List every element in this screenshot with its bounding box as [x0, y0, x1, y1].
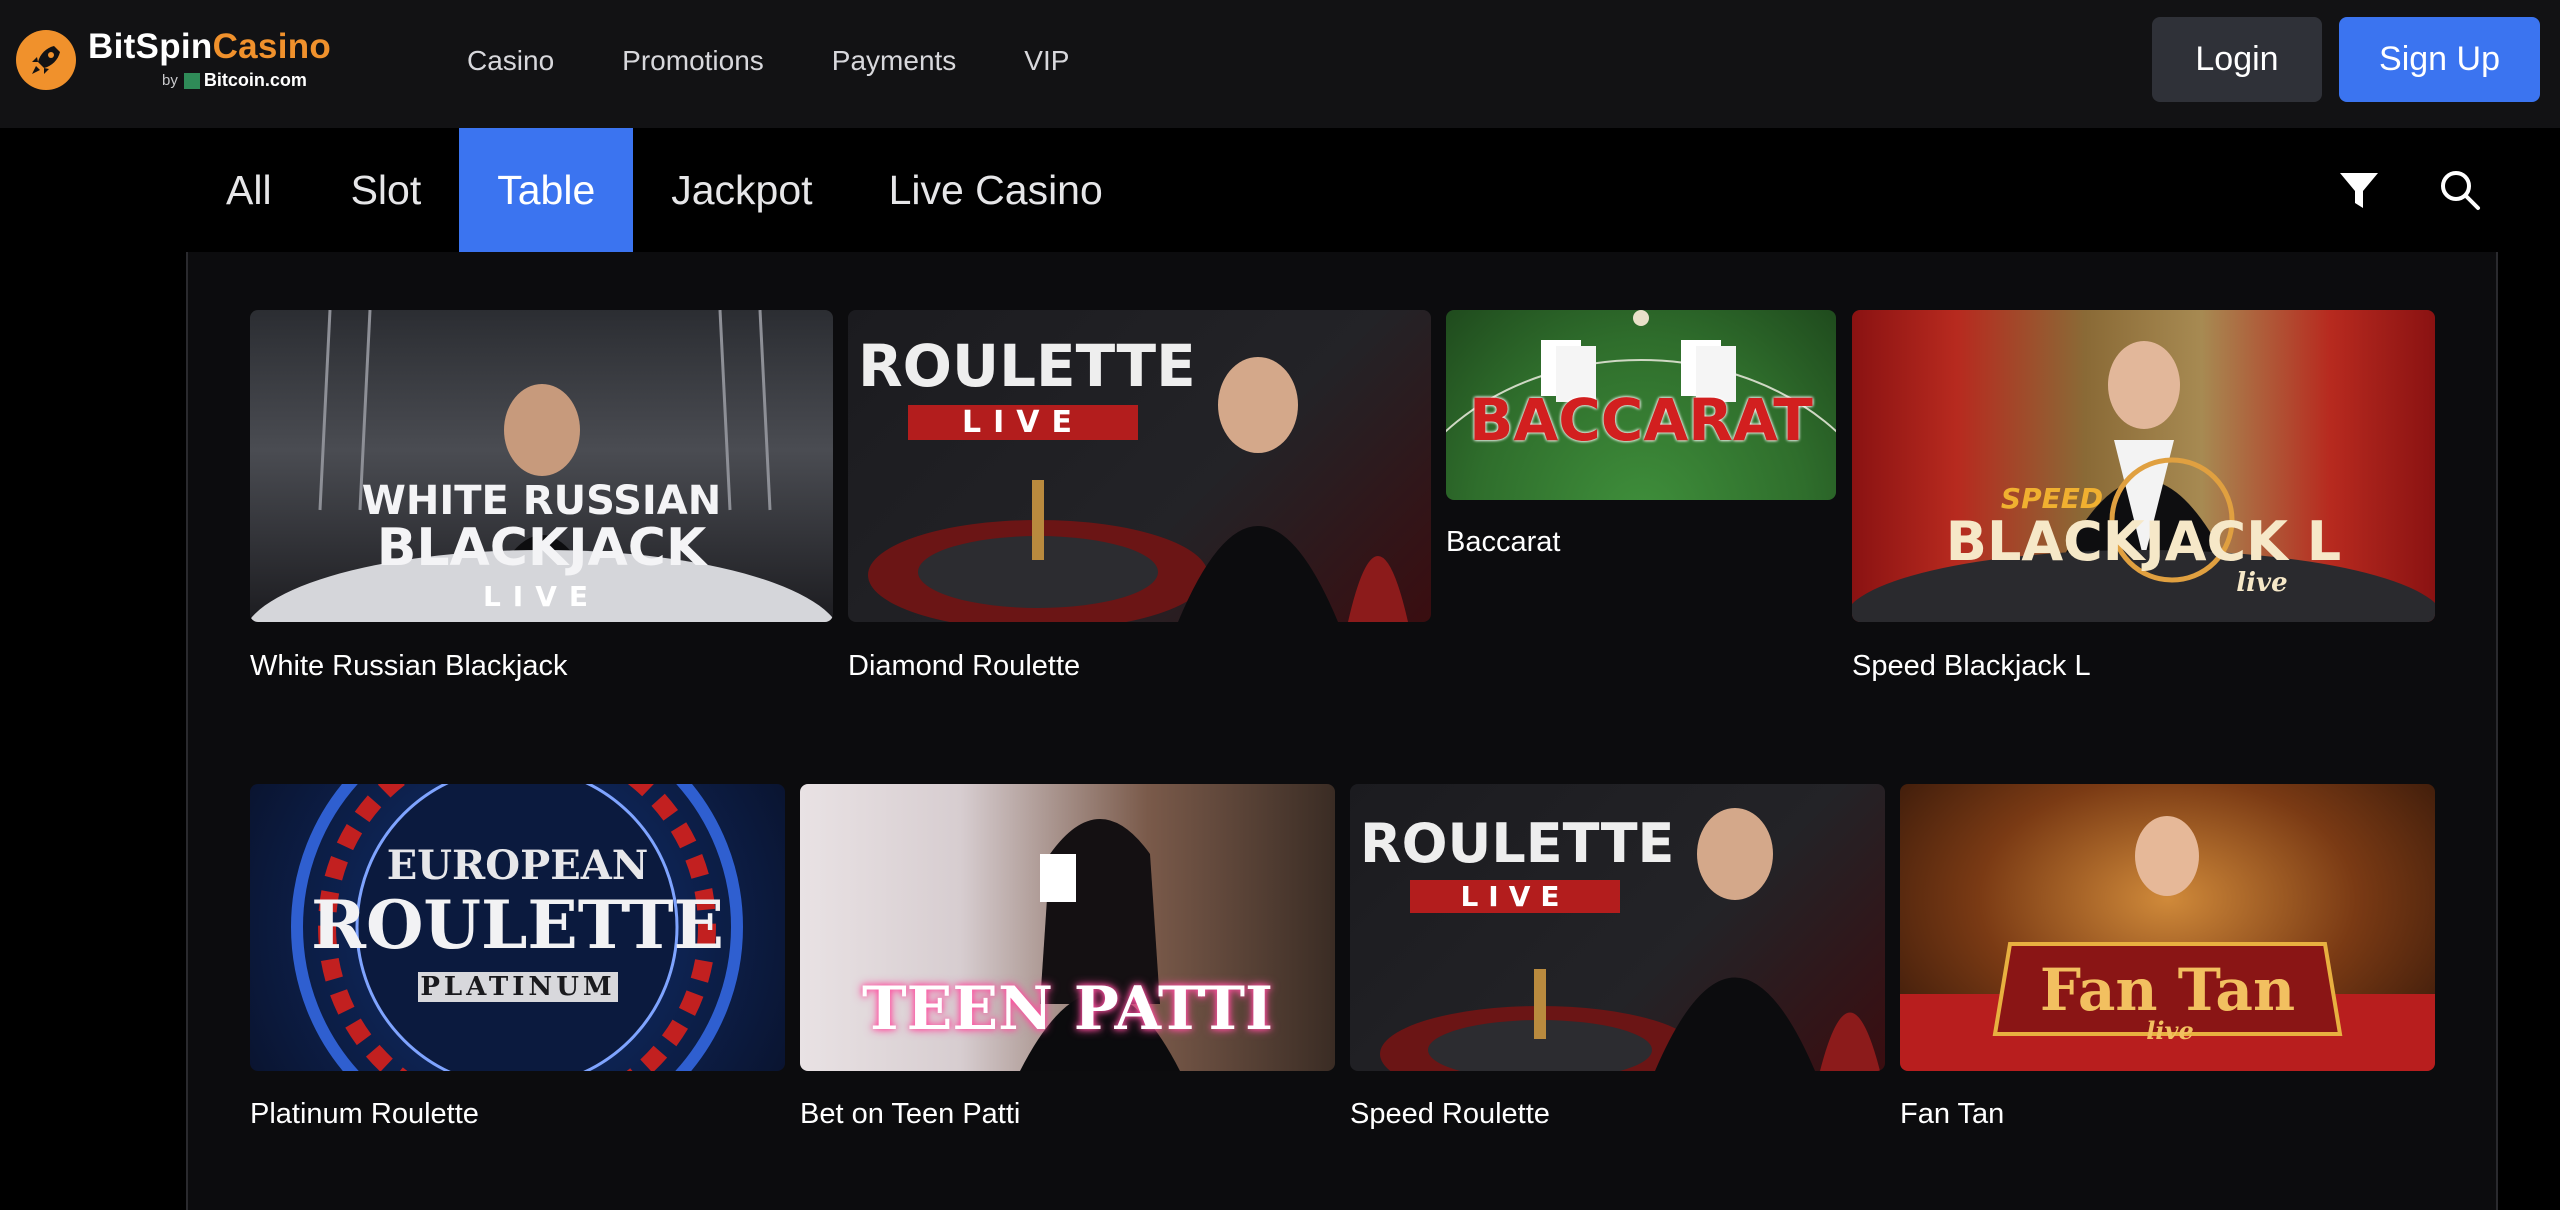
- games-panel: WHITE RUSSIAN BLACKJACK LIVE White Russi…: [186, 252, 2498, 1210]
- rocket-logo-icon: [16, 29, 76, 90]
- game-thumbnail[interactable]: BACCARAT: [1446, 310, 1836, 500]
- game-card-speed-blackjack-l[interactable]: SPEED BLACKJACK L live Speed Blackjack L: [1852, 310, 2435, 682]
- game-title[interactable]: Bet on Teen Patti: [800, 1098, 1020, 1131]
- brand-name-part1: BitSpin: [88, 27, 213, 66]
- game-thumbnail[interactable]: TEEN PATTI: [800, 784, 1335, 1071]
- signup-button[interactable]: Sign Up: [2339, 17, 2540, 102]
- nav-casino[interactable]: Casino: [467, 40, 554, 82]
- nav-promotions[interactable]: Promotions: [622, 40, 764, 82]
- game-title[interactable]: Speed Roulette: [1350, 1098, 1550, 1131]
- top-navigation-bar: BitSpinCasino by Bitcoin.com Casino Prom…: [0, 0, 2560, 128]
- brand-partner: by Bitcoin.com: [162, 70, 331, 91]
- game-art-title: Fan Tan: [2039, 956, 2296, 1024]
- brand-name: BitSpinCasino: [88, 28, 331, 66]
- game-thumbnail[interactable]: EUROPEAN ROULETTE PLATINUM: [250, 784, 785, 1071]
- game-title[interactable]: Diamond Roulette: [848, 650, 1080, 683]
- game-thumbnail[interactable]: Fan Tan live: [1900, 784, 2435, 1071]
- game-art-title: ROULETTE: [1360, 812, 1675, 875]
- game-thumbnail[interactable]: ROULETTE LIVE: [848, 310, 1431, 622]
- game-art-badge: PLATINUM: [418, 972, 618, 1002]
- brand-name-part2: Casino: [212, 27, 332, 66]
- game-card-speed-roulette[interactable]: ROULETTE LIVE Speed Roulette: [1350, 784, 1885, 1130]
- game-art-title: ROULETTE: [858, 332, 1196, 400]
- bitcoin-com-icon: [183, 72, 200, 89]
- game-title[interactable]: White Russian Blackjack: [250, 650, 568, 683]
- game-art-badge: LIVE: [482, 580, 601, 613]
- game-art-title: EUROPEAN: [386, 842, 649, 889]
- game-art-title: TEEN PATTI: [861, 974, 1274, 1044]
- category-tabs: All Slot Table Jackpot Live Casino: [188, 128, 1141, 252]
- filter-icon[interactable]: [2338, 170, 2380, 212]
- game-thumbnail[interactable]: WHITE RUSSIAN BLACKJACK LIVE: [250, 310, 833, 622]
- nav-payments[interactable]: Payments: [832, 40, 957, 82]
- game-card-baccarat[interactable]: BACCARAT Baccarat: [1446, 310, 1836, 558]
- brand-by-label: by: [162, 72, 178, 89]
- game-art-subtitle: live: [2146, 1016, 2194, 1045]
- game-title[interactable]: Fan Tan: [1900, 1098, 2004, 1131]
- game-thumbnail[interactable]: SPEED BLACKJACK L live: [1852, 310, 2435, 622]
- game-card-diamond-roulette[interactable]: ROULETTE LIVE Diamond Roulette: [848, 310, 1431, 682]
- game-art-title: BACCARAT: [1469, 386, 1813, 454]
- nav-vip[interactable]: VIP: [1024, 40, 1069, 82]
- game-card-white-russian-blackjack[interactable]: WHITE RUSSIAN BLACKJACK LIVE White Russi…: [250, 310, 833, 682]
- search-icon[interactable]: [2438, 168, 2482, 212]
- game-art-title: BLACKJACK: [376, 518, 707, 578]
- tab-all[interactable]: All: [188, 128, 313, 252]
- game-title[interactable]: Platinum Roulette: [250, 1098, 479, 1131]
- tab-slot[interactable]: Slot: [313, 128, 460, 252]
- game-art-badge: LIVE: [1410, 880, 1620, 913]
- game-card-platinum-roulette[interactable]: EUROPEAN ROULETTE PLATINUM Platinum Roul…: [250, 784, 785, 1130]
- main-navigation: Casino Promotions Payments VIP: [467, 40, 1137, 82]
- game-card-fan-tan[interactable]: Fan Tan live Fan Tan: [1900, 784, 2435, 1130]
- brand-partner-name: Bitcoin.com: [203, 70, 307, 90]
- login-button[interactable]: Login: [2152, 17, 2322, 102]
- tab-live-casino[interactable]: Live Casino: [851, 128, 1141, 252]
- game-art-title: BLACKJACK L: [1945, 510, 2342, 573]
- game-art-subtitle: live: [2236, 568, 2288, 598]
- game-art-title: ROULETTE: [311, 886, 724, 964]
- game-card-bet-on-teen-patti[interactable]: TEEN PATTI Bet on Teen Patti: [800, 784, 1335, 1130]
- game-title[interactable]: Baccarat: [1446, 526, 1560, 559]
- game-title[interactable]: Speed Blackjack L: [1852, 650, 2091, 683]
- site-logo[interactable]: BitSpinCasino by Bitcoin.com: [16, 28, 331, 91]
- tab-jackpot[interactable]: Jackpot: [633, 128, 850, 252]
- game-thumbnail[interactable]: ROULETTE LIVE: [1350, 784, 1885, 1071]
- game-art-badge: LIVE: [908, 405, 1138, 440]
- blackjack-table-art: [1852, 341, 2435, 622]
- tab-table[interactable]: Table: [459, 128, 634, 252]
